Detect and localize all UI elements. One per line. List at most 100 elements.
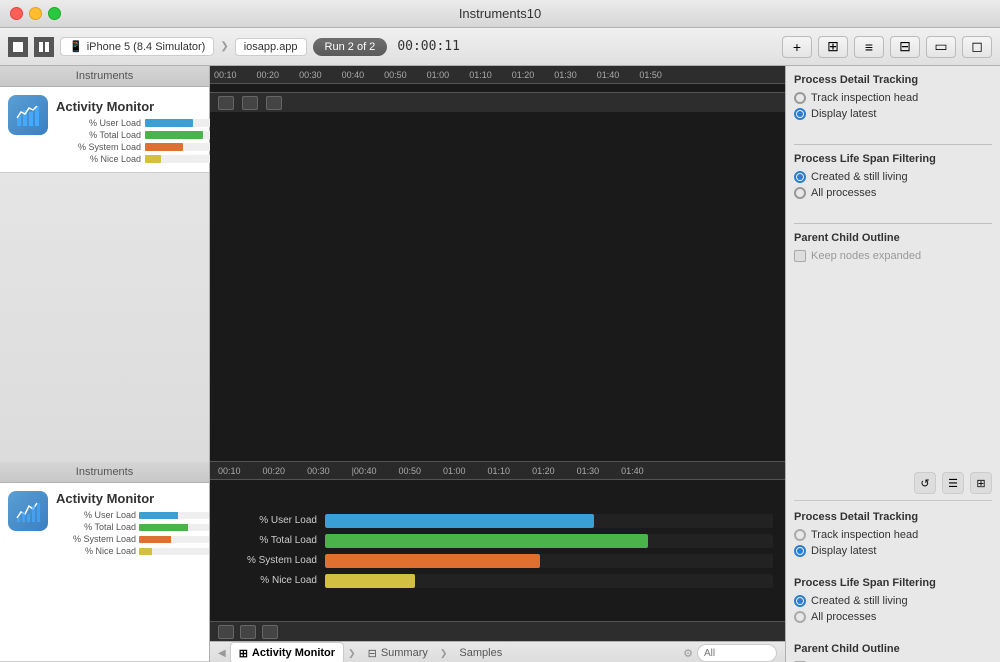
display-latest-radio-2[interactable] — [794, 545, 806, 557]
user-load-label: % User Load — [222, 515, 317, 526]
created-living-radio-2[interactable] — [794, 595, 806, 607]
bottom-section: ◀ ⊞ Activity Monitor ❯ ⊟ Summary ❯ Sampl… — [210, 642, 785, 662]
tab-summary[interactable]: ⊟ Summary — [360, 642, 436, 662]
add-instrument-button[interactable]: + — [782, 36, 812, 58]
zoom-controls — [210, 621, 785, 641]
track-inspection-radio[interactable] — [794, 92, 806, 104]
fit-button[interactable] — [262, 625, 278, 639]
right-icon-grid[interactable]: ⊞ — [970, 472, 992, 494]
timeline-ruler: 00:10 00:20 00:30 00:40 00:50 01:00 01:1… — [210, 66, 785, 84]
left-column: Instruments Activity Monitor % User Load — [0, 462, 210, 662]
pause-button[interactable] — [34, 37, 54, 57]
chart-bars — [210, 84, 785, 92]
nice-load-label: % Nice Load — [222, 575, 317, 586]
activity-monitor-instrument[interactable]: Activity Monitor % User Load % Total Loa… — [0, 87, 209, 173]
top-section: 00:10 00:20 00:30 |00:40 00:50 01:00 01:… — [210, 462, 785, 642]
zoom-in-button[interactable] — [218, 625, 234, 639]
divider-1 — [794, 144, 992, 145]
all-processes-text: All processes — [811, 611, 876, 623]
nice-load-bar-bg — [325, 574, 773, 588]
all-processes-radio-2[interactable] — [794, 611, 806, 623]
track-inspection-radio-2[interactable] — [794, 529, 806, 541]
activity-monitor-item[interactable]: Activity Monitor % User Load % Total Loa… — [0, 483, 209, 662]
track-inspection-text: Track inspection head — [811, 529, 918, 541]
phone-icon: 📱 — [69, 40, 83, 53]
layout-container: Instruments Activity Monitor % User Load — [0, 462, 1000, 662]
toolbar: 📱 iPhone 5 (8.4 Simulator) ❯ iosapp.app … — [0, 28, 1000, 66]
display-latest-text: Display latest — [811, 545, 876, 557]
minimize-button[interactable] — [29, 7, 42, 20]
system-load-bar — [325, 554, 540, 568]
right-icon-list[interactable]: ☰ — [942, 472, 964, 494]
tab-activity-monitor[interactable]: ⊞ Activity Monitor — [230, 642, 344, 662]
keep-nodes-label: Keep nodes expanded — [811, 250, 921, 262]
keep-nodes-checkbox[interactable] — [794, 250, 806, 262]
graph-column: 00:10 00:20 00:30 |00:40 00:50 01:00 01:… — [210, 462, 785, 641]
nice-load-row: % Nice Load — [222, 574, 773, 588]
display-latest-label: Display latest — [811, 108, 876, 120]
app-selector[interactable]: iosapp.app — [235, 38, 307, 56]
detail-tracking-header: Process Detail Tracking — [794, 511, 992, 523]
detail-tracking-title: Process Detail Tracking — [794, 74, 992, 86]
process-lifespan-filtering: Process Life Span Filtering Created & st… — [794, 153, 992, 203]
tab-samples[interactable]: Samples — [451, 642, 510, 662]
lifespan-title: Process Life Span Filtering — [794, 153, 992, 165]
zoom-button-2[interactable] — [242, 96, 258, 110]
search-area: ⚙ — [683, 644, 777, 662]
instruments-label: Instruments — [0, 66, 209, 87]
all-processes-radio[interactable] — [794, 187, 806, 199]
total-load-row: % Total Load — [222, 534, 773, 548]
layout-button-1[interactable]: ⊞ — [818, 36, 848, 58]
instruments-sidebar: Instruments Activity Monitor % User Load — [0, 66, 210, 462]
tabs-bar: ◀ ⊞ Activity Monitor ❯ ⊟ Summary ❯ Sampl… — [210, 642, 785, 662]
zoom-out-button[interactable] — [240, 625, 256, 639]
tab-arrow-2: ❯ — [440, 648, 448, 659]
layout-button-3[interactable]: ⊟ — [890, 36, 920, 58]
parent-child-section: Parent Child Outline Keep nodes expanded — [794, 643, 992, 662]
track-inspection-label: Track inspection head — [811, 92, 918, 104]
all-processes-radio-row[interactable]: All processes — [794, 611, 992, 623]
chart-visualization: % User Load % Total Load % System Load — [210, 480, 785, 621]
track-inspection-option[interactable]: Track inspection head — [794, 92, 992, 104]
close-button[interactable] — [10, 7, 23, 20]
back-arrow-icon[interactable]: ◀ — [218, 648, 226, 659]
display-latest-radio-row[interactable]: Display latest — [794, 545, 992, 557]
right-panel: Process Detail Tracking Track inspection… — [785, 66, 1000, 462]
lifespan-section: Process Life Span Filtering Created & st… — [794, 577, 992, 623]
display-latest-option[interactable]: Display latest — [794, 108, 992, 120]
main-area: Instruments Activity Monitor % User Load — [0, 66, 1000, 462]
created-living-option[interactable]: Created & still living — [794, 171, 992, 183]
layout-button-4[interactable]: ▭ — [926, 36, 956, 58]
maximize-button[interactable] — [48, 7, 61, 20]
total-load-bar — [325, 534, 648, 548]
stop-button[interactable] — [8, 37, 28, 57]
user-load-bar-bg — [325, 514, 773, 528]
created-living-radio[interactable] — [794, 171, 806, 183]
right-icon-refresh[interactable]: ↺ — [914, 472, 936, 494]
search-input[interactable] — [697, 644, 777, 662]
all-processes-label: All processes — [811, 187, 876, 199]
zoom-button-1[interactable] — [218, 96, 234, 110]
parent-child-outline: Parent Child Outline Keep nodes expanded — [794, 232, 992, 262]
grid-icon: ⊞ — [239, 647, 248, 660]
total-load-label: % Total Load — [222, 535, 317, 546]
zoom-button-3[interactable] — [266, 96, 282, 110]
toolbar-right: + ⊞ ≡ ⊟ ▭ ◻ — [782, 36, 992, 58]
created-living-text: Created & still living — [811, 595, 908, 607]
device-selector[interactable]: 📱 iPhone 5 (8.4 Simulator) — [60, 37, 214, 56]
nice-load-bar — [325, 574, 415, 588]
instrument-info: Activity Monitor % User Load % Total Loa… — [56, 491, 209, 556]
layout-button-2[interactable]: ≡ — [854, 36, 884, 58]
track-inspection-radio-row[interactable]: Track inspection head — [794, 529, 992, 541]
all-processes-option[interactable]: All processes — [794, 187, 992, 199]
outline-header: Parent Child Outline — [794, 643, 992, 655]
activity-monitor-label: Activity Monitor % User Load % Total Loa… — [56, 95, 225, 164]
bottom-controls — [210, 92, 785, 112]
filter-icon: ⚙ — [683, 647, 693, 660]
created-living-radio-row[interactable]: Created & still living — [794, 595, 992, 607]
tab-arrow-1: ❯ — [348, 648, 356, 659]
display-latest-radio[interactable] — [794, 108, 806, 120]
summary-icon: ⊟ — [368, 647, 377, 660]
title-bar: Instruments10 — [0, 0, 1000, 28]
layout-button-5[interactable]: ◻ — [962, 36, 992, 58]
